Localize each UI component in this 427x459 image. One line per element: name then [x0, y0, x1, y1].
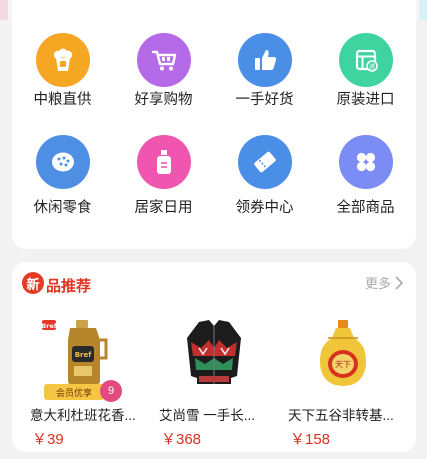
cookie-icon	[36, 135, 90, 189]
category-item-household[interactable]: 居家日用	[113, 98, 214, 216]
import-box-icon: 进	[339, 33, 393, 87]
product-card[interactable]: Bref Bref 会员优享 9 意大利杜班花香... ￥39	[26, 318, 144, 448]
category-label: 领券中心	[235, 200, 294, 216]
product-name: 艾尚雪 一手长...	[159, 408, 256, 423]
coupon-ticket-icon	[238, 135, 292, 189]
product-card[interactable]: 天下 天下五谷非转基... ￥158	[284, 318, 402, 448]
category-grid: 中粮直供 好享购物 一手好货 进 原装进口 休闲零食 居家日用 领券中心 全部商…	[12, 0, 416, 249]
svg-text:进: 进	[369, 63, 376, 71]
popcorn-icon	[36, 33, 90, 87]
category-item-all-products[interactable]: 全部商品	[315, 98, 416, 216]
svg-text:Bref: Bref	[75, 351, 93, 359]
grid-four-icon	[339, 135, 393, 189]
more-label: 更多	[364, 276, 391, 291]
category-item-import[interactable]: 进 原装进口	[315, 0, 416, 108]
category-item-yishou[interactable]: 一手好货	[214, 0, 315, 108]
chevron-right-icon	[395, 275, 404, 290]
patterned-coat-image	[169, 318, 259, 390]
product-price: ￥158	[290, 431, 331, 448]
product-name: 天下五谷非转基...	[288, 408, 394, 423]
category-item-haoxiang[interactable]: 好享购物	[113, 0, 214, 108]
thumbs-up-icon	[238, 33, 292, 87]
category-item-zhongliang[interactable]: 中粮直供	[12, 0, 113, 108]
more-link[interactable]: 更多	[365, 273, 404, 292]
new-products-section: 新 品推荐 更多 Bref Bref 会员优享 9 意大利杜班花香... ￥39…	[12, 262, 416, 452]
category-label: 居家日用	[134, 200, 193, 216]
member-tag: 会员优享	[44, 384, 104, 400]
detergent-bottle-image: Bref Bref	[40, 318, 130, 390]
section-title: 品推荐	[46, 278, 92, 295]
category-label: 休闲零食	[33, 200, 92, 216]
detergent-bottle-icon	[137, 135, 191, 189]
svg-text:天下: 天下	[335, 360, 351, 369]
new-badge: 新	[22, 272, 44, 294]
product-price: ￥368	[161, 431, 202, 448]
right-edge-accent	[419, 0, 427, 20]
category-label: 全部商品	[336, 200, 395, 216]
svg-text:Bref: Bref	[41, 322, 57, 330]
member-tag-count: 9	[100, 380, 122, 402]
member-tag-count-value: 9	[107, 385, 115, 397]
oil-bottle-image: 天下	[298, 318, 388, 390]
product-price: ￥39	[32, 431, 64, 448]
product-name: 意大利杜班花香...	[30, 408, 136, 423]
category-item-snacks[interactable]: 休闲零食	[12, 98, 113, 216]
member-tag-label: 会员优享	[55, 387, 92, 398]
product-card[interactable]: 艾尚雪 一手长... ￥368	[155, 318, 273, 448]
shopping-cart-icon	[137, 33, 191, 87]
left-edge-accent	[0, 0, 8, 20]
category-item-coupons[interactable]: 领券中心	[214, 98, 315, 216]
